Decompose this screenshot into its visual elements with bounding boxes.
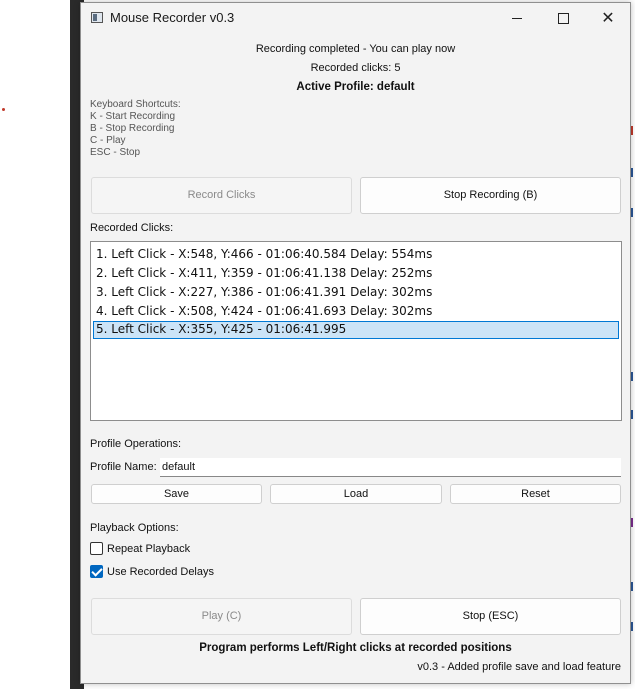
- profile-operations-label: Profile Operations:: [90, 438, 182, 450]
- app-icon: [91, 12, 103, 23]
- mouse-recorder-window: Mouse Recorder v0.3 ✕ Recording complete…: [80, 2, 631, 684]
- desktop-marker: [2, 108, 5, 111]
- version-text: v0.3 - Added profile save and load featu…: [417, 661, 621, 673]
- record-clicks-button[interactable]: Record Clicks: [91, 177, 352, 214]
- use-recorded-delays-label[interactable]: Use Recorded Delays: [107, 566, 214, 578]
- save-button[interactable]: Save: [91, 484, 262, 504]
- shortcuts-title: Keyboard Shortcuts:: [90, 99, 181, 110]
- active-profile: Active Profile: default: [296, 81, 415, 93]
- repeat-playback-checkbox[interactable]: [90, 542, 103, 555]
- title-bar[interactable]: Mouse Recorder v0.3 ✕: [81, 3, 630, 33]
- shortcut-item: B - Stop Recording: [90, 123, 175, 134]
- recorded-clicks-label: Recorded Clicks:: [90, 222, 174, 234]
- playback-options-label: Playback Options:: [90, 522, 179, 534]
- list-item[interactable]: 3. Left Click - X:227, Y:386 - 01:06:41.…: [93, 284, 619, 302]
- play-button[interactable]: Play (C): [91, 598, 352, 635]
- load-button[interactable]: Load: [270, 484, 442, 504]
- recorded-clicks-list[interactable]: 1. Left Click - X:548, Y:466 - 01:06:40.…: [90, 241, 622, 421]
- list-item[interactable]: 2. Left Click - X:411, Y:359 - 01:06:41.…: [93, 265, 619, 283]
- shortcut-item: C - Play: [90, 135, 126, 146]
- info-text: Program performs Left/Right clicks at re…: [199, 642, 512, 654]
- list-item-selected[interactable]: 5. Left Click - X:355, Y:425 - 01:06:41.…: [93, 321, 619, 339]
- repeat-playback-label[interactable]: Repeat Playback: [107, 543, 190, 555]
- keyboard-shortcuts: Keyboard Shortcuts: K - Start Recording …: [90, 99, 181, 159]
- status-message: Recording completed - You can play now: [255, 43, 456, 55]
- maximize-icon[interactable]: [540, 3, 586, 33]
- minimize-icon[interactable]: [494, 3, 540, 33]
- reset-button[interactable]: Reset: [450, 484, 621, 504]
- stop-recording-button[interactable]: Stop Recording (B): [360, 177, 621, 214]
- window-title: Mouse Recorder v0.3: [110, 10, 235, 25]
- list-item[interactable]: 4. Left Click - X:508, Y:424 - 01:06:41.…: [93, 303, 619, 321]
- profile-name-label: Profile Name:: [90, 461, 157, 473]
- stop-button[interactable]: Stop (ESC): [360, 598, 621, 635]
- list-item[interactable]: 1. Left Click - X:548, Y:466 - 01:06:40.…: [93, 246, 619, 264]
- profile-name-input[interactable]: default: [160, 458, 621, 477]
- close-icon[interactable]: ✕: [585, 3, 631, 33]
- recorded-count: Recorded clicks: 5: [310, 62, 401, 74]
- shortcut-item: K - Start Recording: [90, 111, 176, 122]
- use-recorded-delays-checkbox[interactable]: [90, 565, 103, 578]
- shortcut-item: ESC - Stop: [90, 147, 141, 158]
